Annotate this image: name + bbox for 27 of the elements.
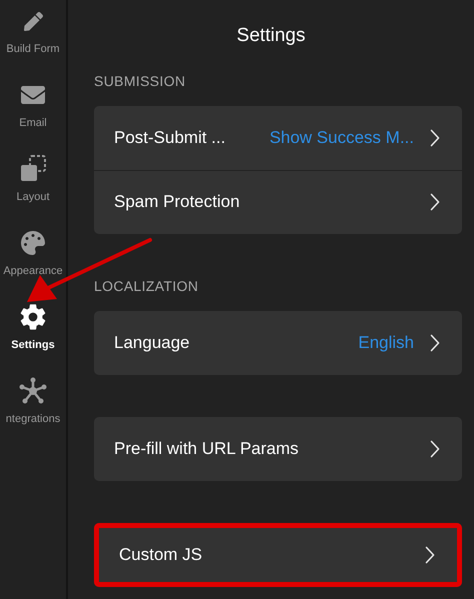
settings-icon bbox=[19, 303, 47, 331]
section-header: LOCALIZATION bbox=[94, 276, 200, 296]
sidebar-item[interactable]: Appearance bbox=[0, 228, 67, 302]
sidebar-item[interactable]: Build Form bbox=[0, 6, 67, 80]
chevron-icon bbox=[430, 193, 440, 211]
network-icon bbox=[19, 377, 47, 405]
sidebar-item[interactable]: Settings bbox=[0, 302, 67, 376]
palette-icon bbox=[21, 231, 45, 255]
envelope-icon bbox=[21, 83, 45, 107]
sidebar-item[interactable]: Email bbox=[0, 80, 67, 154]
settings-row[interactable]: Pre-fill with URL Params bbox=[94, 416, 462, 480]
layout-icon bbox=[18, 154, 48, 184]
chevron-icon bbox=[425, 546, 435, 564]
page-title: Settings bbox=[236, 24, 306, 48]
chevron-icon bbox=[430, 334, 440, 352]
chevron-icon bbox=[430, 440, 440, 458]
row-value: Show Success M... bbox=[269, 126, 414, 149]
settings-row[interactable]: Spam Protection bbox=[94, 170, 462, 234]
settings-row[interactable]: Post-Submit ... Show Success M... bbox=[94, 106, 462, 170]
chevron-icon bbox=[430, 128, 440, 146]
sidebar-item[interactable]: ntegrations bbox=[0, 376, 67, 450]
row-value: English bbox=[358, 332, 414, 354]
pen-icon bbox=[24, 12, 42, 30]
sidebar-item[interactable]: Layout bbox=[0, 154, 67, 228]
settings-row[interactable]: Custom JS bbox=[94, 522, 462, 586]
settings-row[interactable]: Language English bbox=[94, 310, 462, 374]
section-header: SUBMISSION bbox=[94, 72, 186, 90]
